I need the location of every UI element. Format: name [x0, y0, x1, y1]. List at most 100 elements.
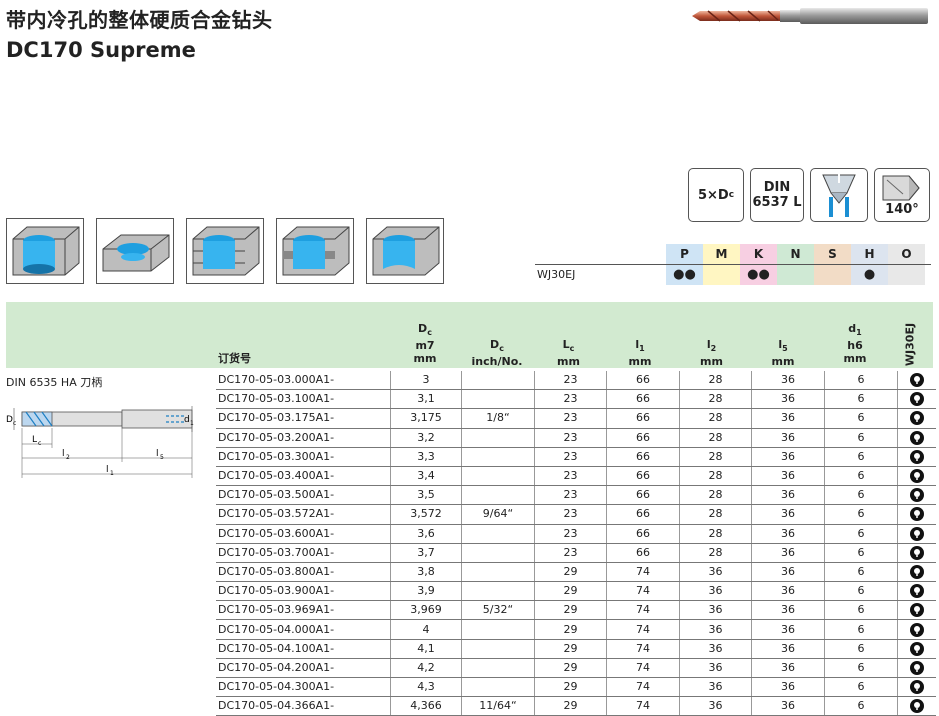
value-cell: 28 [679, 428, 752, 448]
order-number-cell: DC170-05-04.000A1- [216, 619, 391, 640]
value-cell: 4,2 [390, 658, 462, 679]
value-cell: 66 [606, 428, 680, 448]
value-cell: 28 [679, 408, 752, 429]
value-cell [461, 428, 535, 448]
order-number-cell: DC170-05-03.572A1- [216, 504, 391, 525]
grade-mark-o [888, 265, 925, 285]
grade-mark-k: ●● [740, 265, 777, 285]
order-number-cell: DC170-05-03.900A1- [216, 581, 391, 602]
depth-sub: c [728, 189, 735, 200]
value-cell [461, 485, 535, 506]
value-cell: 29 [534, 696, 607, 716]
value-cell: 66 [606, 524, 680, 544]
value-cell: 74 [606, 619, 680, 640]
value-cell: 23 [534, 504, 607, 525]
point-angle-badge: 140° [874, 168, 930, 222]
value-cell: 23 [534, 485, 607, 506]
dim-l1-sub: 1 [110, 470, 114, 477]
value-cell: 3,175 [390, 408, 462, 429]
shank-label: DIN 6535 HA 刀柄 [6, 376, 103, 389]
availability-cell [897, 371, 936, 391]
grade-s: S [814, 244, 851, 264]
availability-cell [897, 543, 936, 563]
value-cell: 6 [824, 466, 898, 487]
value-cell: 36 [751, 562, 825, 583]
value-cell [461, 524, 535, 544]
value-cell: 29 [534, 581, 607, 602]
value-cell: 36 [751, 485, 825, 506]
value-cell: 66 [606, 408, 680, 429]
value-cell: 5/32“ [461, 600, 535, 621]
col-dc-inch: Dc inch/No. [471, 338, 523, 369]
value-cell: 3,8 [390, 562, 462, 583]
value-cell: 6 [824, 581, 898, 602]
value-cell: 36 [751, 581, 825, 602]
value-cell: 23 [534, 543, 607, 563]
col-d1: d1 h6 mm [843, 322, 867, 366]
value-cell: 6 [824, 658, 898, 679]
stock-available-icon [910, 507, 924, 522]
order-number-cell: DC170-05-04.100A1- [216, 639, 391, 659]
value-cell: 4,366 [390, 696, 462, 716]
availability-cell [897, 389, 936, 410]
table-row: DC170-05-03.100A1- 3,1 23 66 28 36 6 [216, 389, 936, 410]
dim-l2: l [62, 449, 65, 459]
value-cell: 4,3 [390, 677, 462, 698]
value-cell: 23 [534, 428, 607, 448]
dim-lc-sub: c [38, 440, 41, 447]
value-cell: 4,1 [390, 639, 462, 659]
value-cell: 36 [679, 600, 752, 621]
value-cell: 28 [679, 543, 752, 563]
value-cell: 3,5 [390, 485, 462, 506]
product-table: DC170-05-03.000A1- 3 23 66 28 36 6 DC170-05-03.… [216, 371, 936, 716]
grade-m: M [703, 244, 740, 264]
availability-cell [897, 485, 936, 506]
stock-available-icon [910, 373, 924, 388]
value-cell: 3,1 [390, 389, 462, 410]
table-row: DC170-05-03.400A1- 3,4 23 66 28 36 6 [216, 466, 936, 487]
value-cell: 36 [751, 639, 825, 659]
table-row: DC170-05-03.500A1- 3,5 23 66 28 36 6 [216, 485, 936, 506]
din-line2: 6537 L [752, 195, 802, 210]
value-cell: 29 [534, 562, 607, 583]
drill-dimension-drawing: D c d 1 L c l 2 l 5 l 1 [6, 406, 194, 478]
value-cell: 74 [606, 562, 680, 583]
col-order-no: 订货号 [218, 352, 251, 365]
table-row: DC170-05-04.300A1- 4,3 29 74 36 36 6 [216, 677, 936, 698]
col-l5: l5 mm [771, 338, 795, 369]
drill-product-image [692, 8, 928, 24]
value-cell: 3,572 [390, 504, 462, 525]
value-cell: 1/8“ [461, 408, 535, 429]
value-cell: 3,6 [390, 524, 462, 544]
value-cell: 6 [824, 696, 898, 716]
table-row: DC170-05-04.366A1- 4,366 11/64“ 29 74 36 36 6 [216, 696, 936, 716]
table-row: DC170-05-03.969A1- 3,969 5/32“ 29 74 36 36 6 [216, 600, 936, 621]
order-number-cell: DC170-05-04.200A1- [216, 658, 391, 679]
order-number-cell: DC170-05-03.800A1- [216, 562, 391, 583]
value-cell [461, 677, 535, 698]
op-curved-surface-icon [366, 218, 444, 284]
stock-available-icon [910, 622, 924, 637]
dim-dc: D [6, 415, 13, 425]
value-cell: 23 [534, 389, 607, 410]
value-cell [461, 562, 535, 583]
value-cell: 36 [751, 696, 825, 716]
value-cell [461, 543, 535, 563]
value-cell: 6 [824, 524, 898, 544]
availability-cell [897, 600, 936, 621]
value-cell: 11/64“ [461, 696, 535, 716]
value-cell: 28 [679, 504, 752, 525]
col-dc: Dc m7 mm [413, 322, 437, 366]
availability-cell [897, 428, 936, 448]
grade-o: O [888, 244, 925, 264]
value-cell: 6 [824, 677, 898, 698]
page-title: 带内冷孔的整体硬质合金钻头 [6, 8, 273, 32]
table-row: DC170-05-03.800A1- 3,8 29 74 36 36 6 [216, 562, 936, 583]
value-cell: 36 [751, 408, 825, 429]
col-l2: l2 mm [700, 338, 723, 369]
order-number-cell: DC170-05-04.300A1- [216, 677, 391, 698]
value-cell [461, 581, 535, 602]
value-cell: 74 [606, 658, 680, 679]
value-cell [461, 447, 535, 467]
depth-label: 5×D [697, 187, 729, 203]
